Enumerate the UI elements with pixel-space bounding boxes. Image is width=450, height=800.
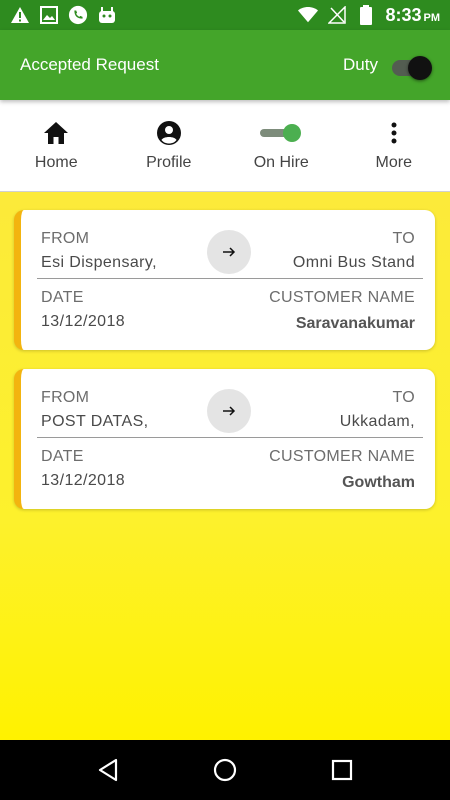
divider [37, 437, 423, 438]
status-bar-system: 8:33 PM [298, 5, 440, 26]
account-circle-icon [156, 120, 182, 146]
from-label: FROM [41, 389, 90, 406]
status-bar: 8:33 PM [0, 0, 450, 30]
battery-icon [356, 5, 376, 25]
nav-label-home: Home [34, 153, 78, 171]
more-vertical-icon [390, 120, 398, 146]
status-bar-notifications [10, 5, 117, 25]
customer-name-label: CUSTOMER NAME [269, 448, 415, 465]
divider [37, 278, 423, 279]
wifi-icon [298, 5, 319, 25]
from-label: FROM [41, 230, 90, 247]
recents-button[interactable] [322, 750, 362, 790]
recents-square-icon [331, 759, 352, 781]
from-value: Esi Dispensary, [41, 254, 157, 271]
back-triangle-icon [99, 758, 118, 782]
customer-name-value: Gowtham [342, 474, 415, 491]
date-value: 13/12/2018 [41, 313, 126, 330]
nav-item-on-hire[interactable]: On Hire [225, 100, 338, 191]
nav-item-more[interactable]: More [338, 100, 450, 191]
home-icon [43, 120, 69, 146]
request-card[interactable]: FROM POST DATAS, TO Ukkadam, DATE 13/12/… [14, 369, 435, 509]
home-circle-icon [213, 758, 237, 782]
nav-label-more: More [375, 153, 412, 171]
date-label: DATE [41, 289, 84, 306]
back-button[interactable] [88, 750, 128, 790]
to-label: TO [392, 389, 415, 406]
request-list: FROM Esi Dispensary, TO Omni Bus Stand D… [0, 192, 450, 740]
to-label: TO [392, 230, 415, 247]
home-button[interactable] [205, 750, 245, 790]
to-value: Omni Bus Stand [292, 254, 415, 271]
warning-icon [10, 5, 30, 25]
from-value: POST DATAS, [41, 413, 149, 430]
to-value: Ukkadam, [339, 413, 415, 430]
customer-name-label: CUSTOMER NAME [269, 289, 415, 306]
arrow-right-icon [207, 389, 251, 433]
no-signal-icon [327, 5, 347, 25]
clock-ampm: PM [423, 11, 441, 24]
clock: 8:33 PM [385, 5, 440, 26]
main-nav: Home Profile On Hire More [0, 100, 450, 192]
android-icon [97, 5, 117, 25]
nav-item-home[interactable]: Home [0, 100, 113, 191]
nav-label-profile: Profile [146, 153, 192, 171]
duty-label: Duty [343, 55, 378, 74]
date-value: 13/12/2018 [41, 472, 126, 489]
duty-control: Duty [343, 55, 432, 80]
app-bar: Accepted Request Duty [0, 30, 450, 100]
duty-toggle[interactable] [392, 56, 432, 80]
image-icon [39, 5, 59, 25]
phone-icon [68, 5, 88, 25]
toggle-on-icon [260, 120, 302, 146]
request-card[interactable]: FROM Esi Dispensary, TO Omni Bus Stand D… [14, 210, 435, 350]
nav-item-profile[interactable]: Profile [113, 100, 226, 191]
clock-time: 8:33 [385, 4, 422, 25]
nav-label-on-hire: On Hire [253, 153, 309, 171]
date-label: DATE [41, 448, 84, 465]
page-title: Accepted Request [20, 55, 159, 74]
arrow-right-icon [207, 230, 251, 274]
customer-name-value: Saravanakumar [295, 315, 415, 332]
duty-toggle-thumb [408, 56, 432, 80]
system-nav-bar [0, 740, 450, 800]
